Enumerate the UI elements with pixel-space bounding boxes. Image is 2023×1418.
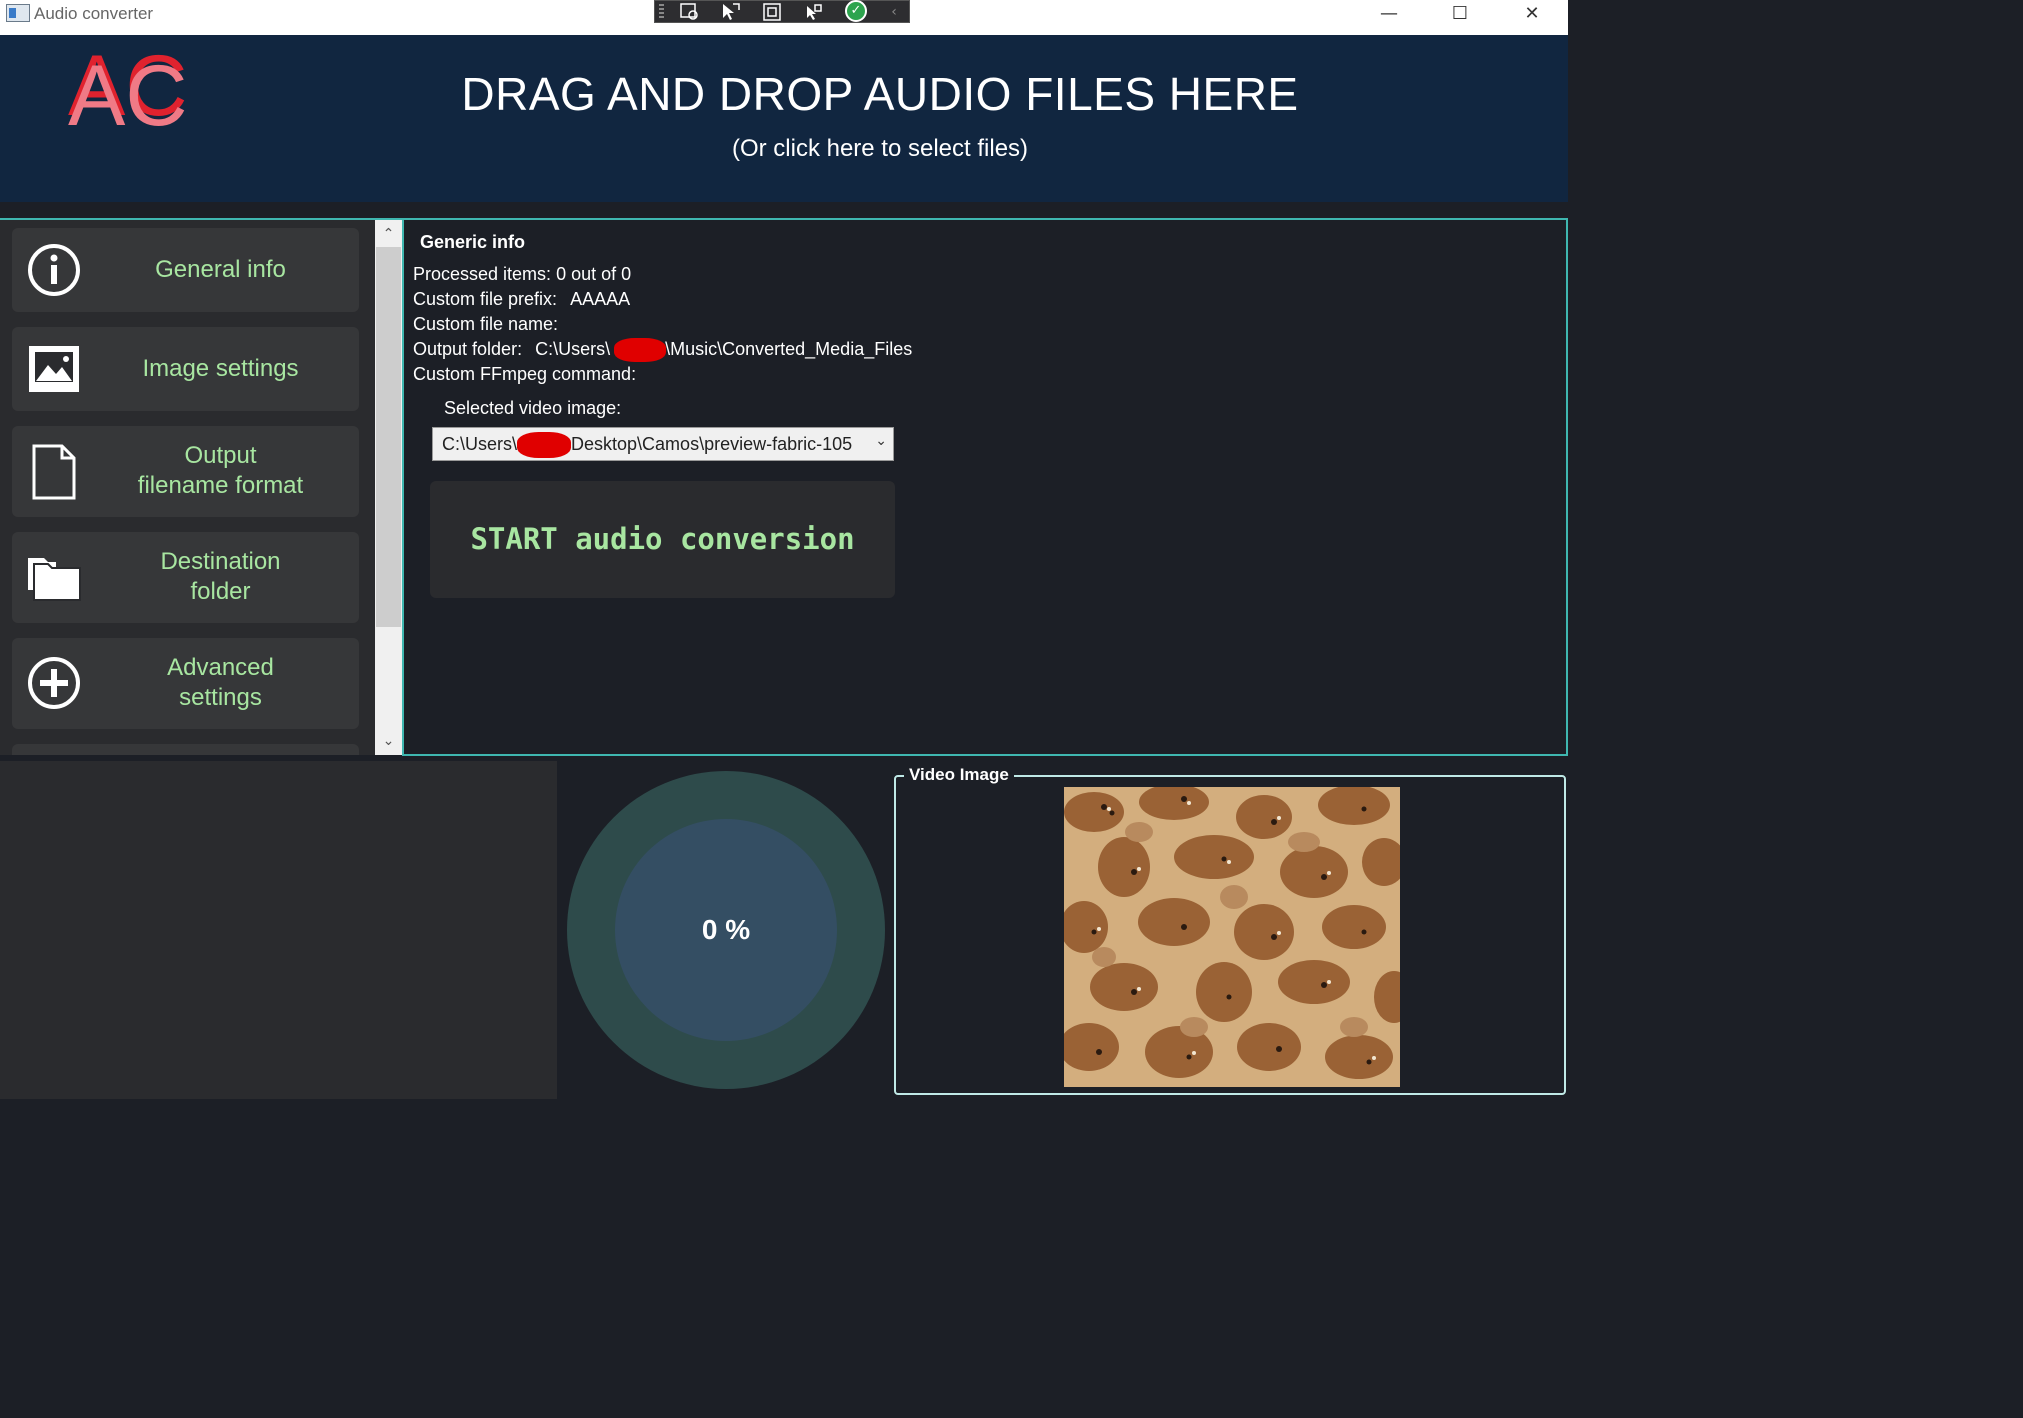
nav-label: Output filename format [137,442,304,499]
pointer-icon[interactable] [717,2,743,22]
nav-item-advanced-settings[interactable]: Advanced settings [12,638,359,729]
nav-item-image-settings[interactable]: Image settings [12,327,359,411]
nav-label: Advanced settings [167,654,274,711]
sidebar-nav: General info Image settings Output filen… [0,218,375,755]
window-title: Audio converter [34,4,154,23]
scroll-thumb[interactable] [376,247,401,627]
file-name-row: Custom file name: [413,314,566,335]
output-folder-path-start: C:\Users\ [535,339,611,359]
ffmpeg-row: Custom FFmpeg command: [413,364,644,385]
drop-subtitle: (Or click here to select files) [731,135,1029,162]
video-image-select[interactable]: C:\Users\ Desktop\Camos\preview-fabric-10… [432,427,894,461]
drop-zone[interactable]: AC AC DRAG AND DROP AUDIO FILES HERE (Or… [0,35,1568,202]
nav-item-partial[interactable] [12,744,359,755]
prefix-row: Custom file prefix: AAAAA [413,289,630,310]
prefix-value: AAAAA [570,289,631,309]
video-image-preview [1064,787,1400,1087]
nav-label: General info [155,256,286,283]
info-icon [28,244,80,296]
title-bar: Audio converter ✓ ‹ — ☐ ✕ [0,0,1568,35]
video-image-select-value: C:\Users\ Desktop\Camos\preview-fabric-10… [442,434,862,455]
processed-items-row: Processed items: 0 out of 0 [413,264,631,285]
prefix-label: Custom file prefix: [413,289,558,309]
close-button[interactable]: ✕ [1497,0,1567,30]
output-folder-label: Output folder: [413,339,523,359]
file-icon [32,444,76,500]
redaction-mark [614,338,666,362]
log-area [0,761,557,1099]
nav-label: Destination folder [160,548,281,605]
scroll-down-icon[interactable]: ⌄ [375,729,402,753]
ffmpeg-label: Custom FFmpeg command: [413,364,637,384]
scroll-up-icon[interactable]: ⌃ [375,222,402,246]
processed-items-label: Processed items: [413,264,552,284]
processed-items-value: 0 out of 0 [556,264,632,284]
redaction-mark [517,432,571,458]
progress-percent: 0 % [701,914,751,945]
drop-title: DRAG AND DROP AUDIO FILES HERE [461,68,1299,120]
debug-toolbar: ✓ ‹ [654,0,910,23]
collapse-icon[interactable]: ‹ [881,2,907,22]
track-focus-icon[interactable] [799,2,825,22]
video-image-legend: Video Image [904,765,1014,785]
video-image-path-start: C:\Users\ [442,434,518,454]
app-logo: AC AC [68,45,187,144]
maximize-button[interactable]: ☐ [1425,0,1495,30]
start-conversion-button[interactable]: START audio conversion [430,481,895,598]
hot-reload-check-icon[interactable]: ✓ [845,0,867,22]
video-image-path-end: Desktop\Camos\preview-fabric-105 [571,434,853,454]
output-folder-path-end: \Music\Converted_Media_Files [665,339,913,359]
logo-bottom-text: AC [68,48,187,144]
minimize-button[interactable]: — [1354,0,1424,30]
header-divider [0,202,1568,218]
select-element-icon[interactable] [677,2,703,22]
video-image-group: Video Image [894,765,1566,1095]
nav-label: Image settings [142,355,299,382]
chevron-down-icon[interactable]: ⌄ [875,433,887,449]
nav-item-destination-folder[interactable]: Destination folder [12,532,359,623]
folder-icon [28,558,81,601]
progress-ring: 0 % [567,771,885,1089]
nav-item-output-filename-format[interactable]: Output filename format [12,426,359,517]
layout-bounds-icon[interactable] [759,2,785,22]
generic-info-panel: Generic info Processed items: 0 out of 0… [402,218,1568,756]
image-icon [29,346,79,392]
sidebar-scrollbar[interactable]: ⌃ ⌄ [375,218,402,755]
app-icon [6,4,30,22]
video-image-label: Selected video image: [444,398,622,418]
toolbar-grip-icon[interactable] [659,4,664,20]
file-name-label: Custom file name: [413,314,559,334]
panel-title: Generic info [420,232,526,252]
plus-circle-icon [28,657,80,709]
nav-item-general-info[interactable]: General info [12,228,359,312]
